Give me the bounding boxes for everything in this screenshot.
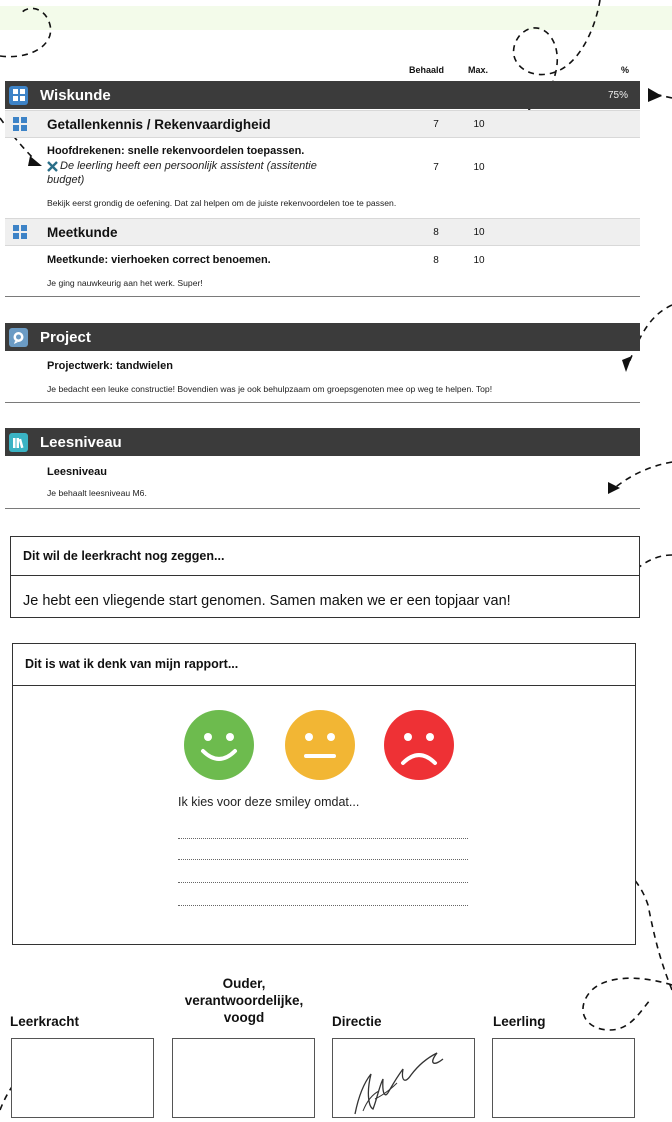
grid-icon [9,85,28,105]
signature-label-director: Directie [332,1014,382,1029]
subsection-bar-meetkunde: Meetkunde [5,218,640,246]
signature-label-parent: Ouder, verantwoordelijke, voogd [158,975,330,1026]
loop-decoration-bottomright [582,977,672,1031]
section-title-project: Project [40,328,91,346]
goal-max-hoofdrekenen: 10 [473,162,485,173]
teacher-message-text: Je hebt een vliegende start genomen. Sam… [23,593,511,609]
subsection-title-getallenkennis: Getallenkennis / Rekenvaardigheid [47,116,271,132]
goal-achieved-meetkunde: 8 [433,255,439,266]
subsection-max-meetkunde: 10 [473,227,485,238]
signature-box-parent[interactable] [172,1038,315,1118]
section-title-wiskunde: Wiskunde [40,86,111,104]
goal-hoofdrekenen: Hoofdrekenen: snelle rekenvoordelen toep… [47,145,305,157]
grid-icon [13,117,27,131]
section-divider [5,296,640,297]
divider [13,685,635,686]
teacher-message-heading: Dit wil de leerkracht nog zeggen... [23,549,225,563]
column-header-achieved: Behaald [409,65,445,75]
speech-bubble-icon [9,327,28,347]
support-note-line1: De leerling heeft een persoonlijk assist… [60,160,317,172]
divider [11,575,639,576]
goal-meetkunde: Meetkunde: vierhoeken correct benoemen. [47,254,271,266]
signature-label-parent-line3: voogd [223,1010,265,1025]
subsection-bar-getallenkennis: Getallenkennis / Rekenvaardigheid [5,110,640,138]
signature-label-parent-line2: verantwoordelijke, [184,993,304,1008]
signature-box-teacher[interactable] [11,1038,154,1118]
column-header-percent: % [621,65,630,75]
reflection-heading: Dit is wat ik denk van mijn rapport... [25,657,239,671]
column-header-max: Max. [468,65,489,75]
feedback-project: Je bedacht een leuke constructie! Bovend… [47,384,493,394]
grid-icon [13,225,27,239]
reflection-box: Dit is wat ik denk van mijn rapport... [12,643,636,945]
neutral-smiley-icon[interactable] [284,709,356,781]
goal-max-meetkunde: 10 [473,255,485,266]
section-divider [5,402,640,403]
goal-project: Projectwerk: tandwielen [47,360,173,372]
sad-smiley-icon[interactable] [383,709,455,781]
signature-label-parent-line1: Ouder, [222,976,266,991]
loop-decoration-topleft [0,7,52,58]
section-title-leesniveau: Leesniveau [40,433,122,451]
subsection-title-meetkunde: Meetkunde [47,224,118,240]
teacher-message-box: Dit wil de leerkracht nog zeggen... Je h… [10,536,640,618]
handwritten-signature [354,1052,444,1115]
subsection-max-getallenkennis: 10 [473,119,485,130]
signature-label-teacher: Leerkracht [10,1014,80,1029]
feedback-hoofdrekenen: Bekijk eerst grondig de oefening. Dat za… [47,198,397,208]
feedback-meetkunde: Je ging nauwkeurig aan het werk. Super! [47,278,203,288]
goal-achieved-hoofdrekenen: 7 [433,162,439,173]
section-bar-leesniveau: Leesniveau [5,428,640,456]
subsection-achieved-getallenkennis: 7 [433,119,439,130]
signature-label-student: Leerling [493,1014,546,1029]
feedback-leesniveau: Je behaalt leesniveau M6. [47,488,147,498]
section-bar-project: Project [5,323,640,351]
arrow-decoration-leesniveau [611,461,672,491]
books-icon [9,432,28,452]
answer-line-2[interactable] [178,859,468,860]
tools-icon [47,161,58,172]
subsection-achieved-meetkunde: 8 [433,227,439,238]
support-note-line2: budget) [47,174,85,186]
goal-leesniveau: Leesniveau [47,466,107,478]
happy-smiley-icon[interactable] [183,709,255,781]
signature-box-student[interactable] [492,1038,635,1118]
reflection-prompt: Ik kies voor deze smiley omdat... [178,795,360,809]
section-percent-wiskunde: 75% [607,89,628,101]
answer-line-1[interactable] [178,838,468,839]
answer-line-4[interactable] [178,905,468,906]
section-divider [5,508,640,509]
section-bar-wiskunde: Wiskunde 75% [5,81,640,109]
signature-box-director[interactable] [332,1038,475,1118]
answer-line-3[interactable] [178,882,468,883]
